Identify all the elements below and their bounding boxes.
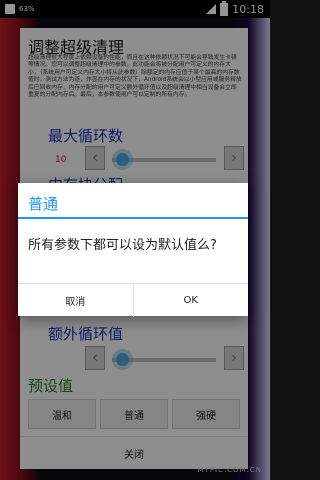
dialog-title: 普通: [28, 195, 59, 213]
dialog-ok-button[interactable]: OK: [132, 284, 249, 317]
watermark: MYPIC.COM.CN: [197, 466, 262, 474]
confirm-dialog: 普通 所有参数下都可以设为默认值么? 取消 OK: [18, 183, 248, 317]
dialog-cancel-button[interactable]: 取消: [18, 284, 133, 317]
dialog-divider: [18, 217, 248, 219]
dialog-actions: 取消 OK: [18, 283, 248, 317]
dialog-message: 所有参数下都可以设为默认值么?: [28, 238, 217, 253]
